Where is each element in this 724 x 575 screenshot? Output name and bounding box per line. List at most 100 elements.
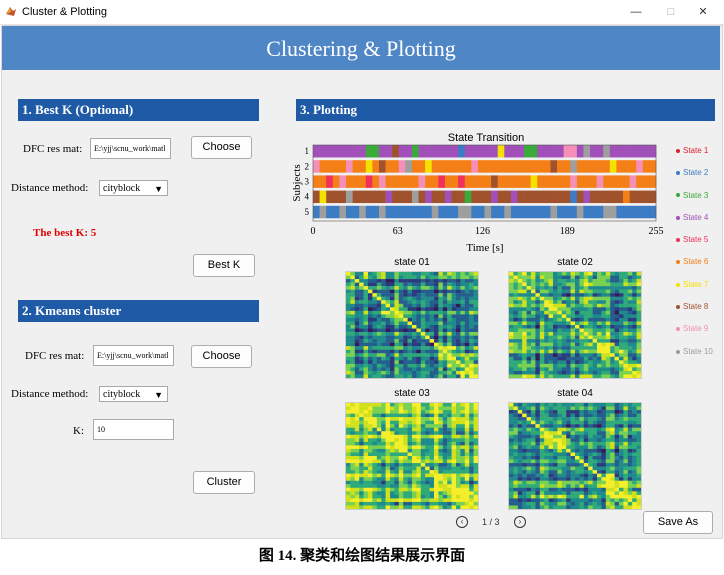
- matrix-title-1: state 01: [394, 257, 430, 268]
- legend-item: State 7: [676, 279, 713, 291]
- state-cell: [418, 175, 426, 188]
- state-cell: [530, 145, 538, 158]
- dfc-res-field-2[interactable]: E:\yjj\scnu_work\matl: [93, 345, 174, 366]
- state-cell: [484, 160, 492, 173]
- state-cell: [392, 205, 400, 219]
- state-cell: [524, 160, 531, 173]
- state-cell: [642, 205, 650, 219]
- state-cell: [326, 145, 334, 158]
- x-tick-label: 0: [311, 226, 316, 237]
- state-transition-cells: [313, 145, 657, 219]
- figure-caption: 图 14. 聚类和绘图结果展示界面: [258, 548, 466, 564]
- y-tick-label: 4: [305, 192, 310, 202]
- state-cell: [550, 160, 558, 173]
- matrix-title-2: state 02: [557, 257, 593, 268]
- state-cell: [444, 205, 452, 219]
- legend-item: State 10: [676, 346, 713, 358]
- state-cell: [444, 190, 452, 204]
- state-cell: [438, 145, 446, 158]
- chevron-left-icon[interactable]: ‹: [456, 516, 468, 528]
- state-cell: [504, 175, 512, 188]
- state-cell: [543, 175, 551, 188]
- state-cell: [557, 175, 564, 188]
- state-cell: [642, 160, 650, 173]
- state-cell: [603, 175, 611, 188]
- state-cell: [609, 145, 617, 158]
- y-tick-labels: 1 2 3 4 5: [305, 146, 310, 217]
- state-cell: [319, 175, 327, 188]
- x-tick-label: 255: [649, 226, 664, 237]
- state-cell: [537, 175, 545, 188]
- legend-dot-icon: [676, 193, 680, 198]
- distance-method-label-2: Distance method:: [11, 388, 89, 400]
- state-cell: [319, 205, 327, 219]
- state-cell: [352, 145, 360, 158]
- state-cell: [471, 190, 479, 204]
- legend-item: State 9: [676, 323, 713, 335]
- state-cell: [477, 190, 485, 204]
- state-cell: [378, 175, 386, 188]
- state-cell: [464, 175, 472, 188]
- k-input[interactable]: 10: [93, 419, 174, 440]
- legend-label: State 4: [683, 212, 709, 222]
- state-cell: [596, 190, 604, 204]
- state-cell: [385, 205, 393, 219]
- state-cell: [431, 160, 439, 173]
- state-cell: [524, 145, 531, 158]
- legend-label: State 1: [683, 146, 709, 155]
- choose-button-2[interactable]: Choose: [191, 345, 252, 368]
- state-cell: [583, 145, 591, 158]
- chart-title: State Transition: [448, 132, 524, 144]
- state-cell: [444, 145, 452, 158]
- state-cell: [378, 145, 386, 158]
- state-cell: [603, 205, 611, 219]
- distance-method-select-2[interactable]: cityblock ▼: [99, 386, 168, 402]
- state-cell: [332, 190, 340, 204]
- state-cell: [484, 205, 492, 219]
- choose-button[interactable]: Choose: [191, 136, 252, 159]
- distance-method-select[interactable]: cityblock ▼: [99, 180, 168, 196]
- cluster-button[interactable]: Cluster: [193, 471, 255, 494]
- chevron-right-icon[interactable]: ›: [514, 516, 526, 528]
- state-cell: [491, 205, 498, 219]
- state-cell: [537, 190, 545, 204]
- legend-dot-icon: [676, 238, 680, 243]
- window-titlebar: Cluster & Plotting — □ ✕: [0, 0, 724, 25]
- distance-method-value-2: cityblock: [103, 389, 141, 400]
- state-cell: [570, 145, 578, 158]
- state-cell: [517, 190, 525, 204]
- legend-dot-icon: [676, 148, 680, 153]
- state-cell: [557, 205, 564, 219]
- legend-label: State 5: [683, 235, 709, 245]
- state-cell: [497, 160, 505, 173]
- maximize-button[interactable]: □: [661, 4, 681, 20]
- state-cell: [326, 175, 334, 188]
- legend-item: State 6: [676, 256, 713, 268]
- dfc-res-label: DFC res mat:: [23, 143, 83, 155]
- state-cell: [411, 205, 419, 219]
- state-cell: [543, 160, 551, 173]
- close-button[interactable]: ✕: [693, 4, 713, 20]
- legend-item: State 3: [676, 190, 713, 202]
- state-cell: [629, 145, 637, 158]
- state-cell: [616, 145, 624, 158]
- legend-label: State 10: [683, 346, 713, 356]
- state-cell: [636, 190, 644, 204]
- state-cell: [642, 175, 650, 188]
- best-k-button[interactable]: Best K: [193, 254, 255, 277]
- minimize-button[interactable]: —: [626, 4, 646, 20]
- state-cell: [649, 145, 657, 158]
- state-cell: [372, 145, 380, 158]
- state-cell: [352, 205, 360, 219]
- state-cell: [629, 160, 637, 173]
- state-cell: [365, 160, 373, 173]
- save-as-button[interactable]: Save As: [643, 511, 713, 534]
- state-cell: [438, 190, 446, 204]
- dfc-res-field[interactable]: E:\yjj\scnu_work\matl: [90, 138, 171, 159]
- state-cell: [378, 160, 386, 173]
- state-cell: [563, 190, 571, 204]
- state-cell: [339, 190, 347, 204]
- state-cell: [411, 160, 419, 173]
- state-cell: [517, 160, 525, 173]
- state-cell: [313, 175, 320, 188]
